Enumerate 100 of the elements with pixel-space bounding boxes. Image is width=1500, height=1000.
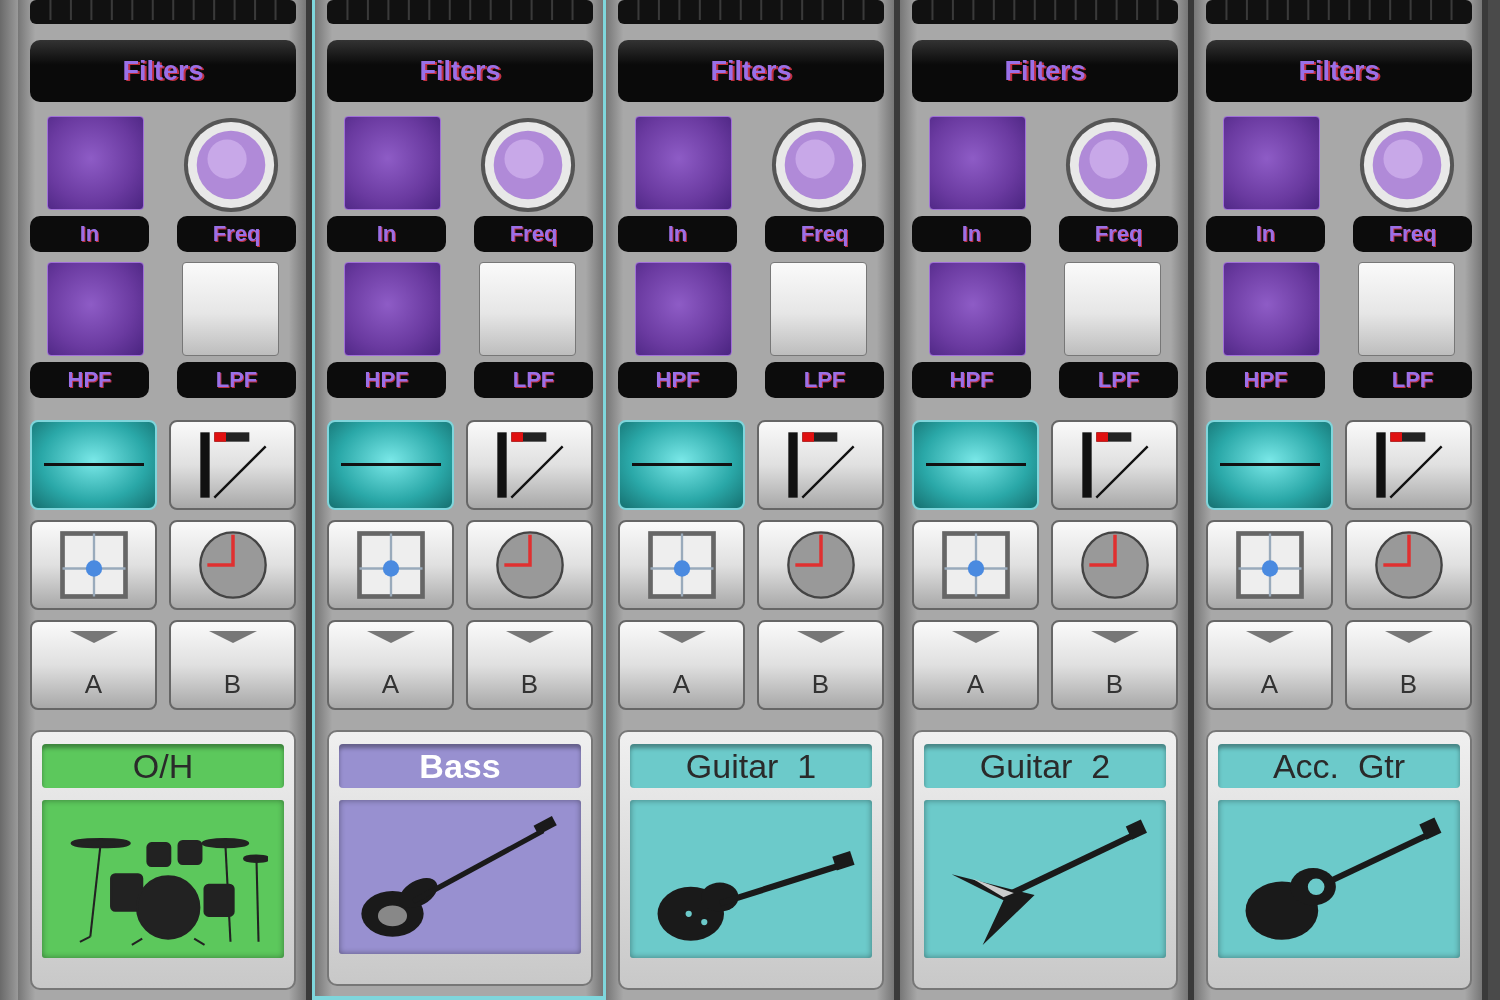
clock-dial-icon	[197, 530, 268, 600]
notch-icon	[951, 630, 1000, 644]
control-label: HPF	[912, 362, 1031, 398]
filter-pad[interactable]	[344, 262, 441, 356]
clock-dial-icon	[494, 530, 565, 600]
envelope-button[interactable]	[466, 420, 593, 510]
pan-grid-button[interactable]	[327, 520, 454, 610]
knob-icon[interactable]	[478, 116, 577, 214]
filters-button[interactable]: Filters	[912, 40, 1178, 102]
notch-icon	[69, 630, 118, 644]
filter-pad[interactable]	[770, 262, 867, 356]
pan-grid-button[interactable]	[912, 520, 1039, 610]
gate-curve-icon	[1373, 430, 1444, 500]
send-button[interactable]: B	[1345, 620, 1472, 710]
send-label: B	[1399, 669, 1418, 700]
name-plate[interactable]: Guitar 2	[912, 730, 1178, 990]
send-label: A	[381, 669, 400, 700]
filter-pad[interactable]	[47, 262, 144, 356]
send-button[interactable]: A	[912, 620, 1039, 710]
envelope-button[interactable]	[1051, 420, 1178, 510]
control-label: Freq	[474, 216, 593, 252]
name-plate[interactable]: O/H	[30, 730, 296, 990]
knob-icon[interactable]	[1063, 116, 1162, 214]
knob-icon[interactable]	[1357, 116, 1456, 214]
send-label: A	[672, 669, 691, 700]
control-label: In	[618, 216, 737, 252]
notch-icon	[1245, 630, 1294, 644]
flat-eq-button[interactable]	[912, 420, 1039, 510]
control-label: LPF	[1353, 362, 1472, 398]
filter-pad[interactable]	[1358, 262, 1455, 356]
control-label: HPF	[327, 362, 446, 398]
filter-pad[interactable]	[47, 116, 144, 210]
filters-button[interactable]: Filters	[327, 40, 593, 102]
flat-eq-button[interactable]	[327, 420, 454, 510]
send-label: B	[1105, 669, 1124, 700]
dial-button[interactable]	[1345, 520, 1472, 610]
control-label: HPF	[1206, 362, 1325, 398]
filter-pad[interactable]	[929, 116, 1026, 210]
filter-pad[interactable]	[344, 116, 441, 210]
control-label: HPF	[30, 362, 149, 398]
flat-eq-button[interactable]	[1206, 420, 1333, 510]
flat-eq-button[interactable]	[618, 420, 745, 510]
dial-button[interactable]	[757, 520, 884, 610]
filters-button[interactable]: Filters	[30, 40, 296, 102]
gate-curve-icon	[785, 430, 856, 500]
send-button[interactable]: B	[466, 620, 593, 710]
control-label: In	[327, 216, 446, 252]
clock-dial-icon	[1373, 530, 1444, 600]
control-label: Freq	[765, 216, 884, 252]
filter-pad[interactable]	[635, 116, 732, 210]
control-label: Freq	[1059, 216, 1178, 252]
send-label: B	[520, 669, 539, 700]
filter-pad[interactable]	[929, 262, 1026, 356]
dial-button[interactable]	[466, 520, 593, 610]
pan-grid-button[interactable]	[30, 520, 157, 610]
notch-icon	[657, 630, 706, 644]
filters-button[interactable]: Filters	[1206, 40, 1472, 102]
control-label: Freq	[177, 216, 296, 252]
notch-icon	[796, 630, 845, 644]
send-button[interactable]: A	[1206, 620, 1333, 710]
send-button[interactable]: A	[327, 620, 454, 710]
filter-pad[interactable]	[635, 262, 732, 356]
notch-icon	[1090, 630, 1139, 644]
send-button[interactable]: A	[618, 620, 745, 710]
dial-button[interactable]	[1051, 520, 1178, 610]
gate-curve-icon	[197, 430, 268, 500]
channel-name: Acc. Gtr	[1218, 744, 1460, 788]
send-label: A	[1260, 669, 1279, 700]
control-label: HPF	[618, 362, 737, 398]
pan-grid-button[interactable]	[618, 520, 745, 610]
filter-pad[interactable]	[1223, 262, 1320, 356]
filter-pad[interactable]	[1064, 262, 1161, 356]
send-label: A	[966, 669, 985, 700]
envelope-button[interactable]	[757, 420, 884, 510]
filter-pad[interactable]	[1223, 116, 1320, 210]
flat-eq-button[interactable]	[30, 420, 157, 510]
send-button[interactable]: B	[169, 620, 296, 710]
channel-name: Guitar 2	[924, 744, 1166, 788]
filter-pad[interactable]	[182, 262, 279, 356]
notch-icon	[505, 630, 554, 644]
dial-button[interactable]	[169, 520, 296, 610]
send-button[interactable]: A	[30, 620, 157, 710]
control-label: LPF	[1059, 362, 1178, 398]
envelope-button[interactable]	[1345, 420, 1472, 510]
name-plate[interactable]: Acc. Gtr	[1206, 730, 1472, 990]
name-plate[interactable]: Guitar 1	[618, 730, 884, 990]
send-button[interactable]: B	[757, 620, 884, 710]
knob-icon[interactable]	[181, 116, 280, 214]
pan-grid-button[interactable]	[1206, 520, 1333, 610]
clock-dial-icon	[1079, 530, 1150, 600]
filter-pad[interactable]	[479, 262, 576, 356]
filters-button[interactable]: Filters	[618, 40, 884, 102]
clock-dial-icon	[785, 530, 856, 600]
channel-name: Guitar 1	[630, 744, 872, 788]
send-button[interactable]: B	[1051, 620, 1178, 710]
channel-name: Bass	[339, 744, 581, 788]
envelope-button[interactable]	[169, 420, 296, 510]
knob-icon[interactable]	[769, 116, 868, 214]
send-label: B	[811, 669, 830, 700]
send-label: A	[84, 669, 103, 700]
